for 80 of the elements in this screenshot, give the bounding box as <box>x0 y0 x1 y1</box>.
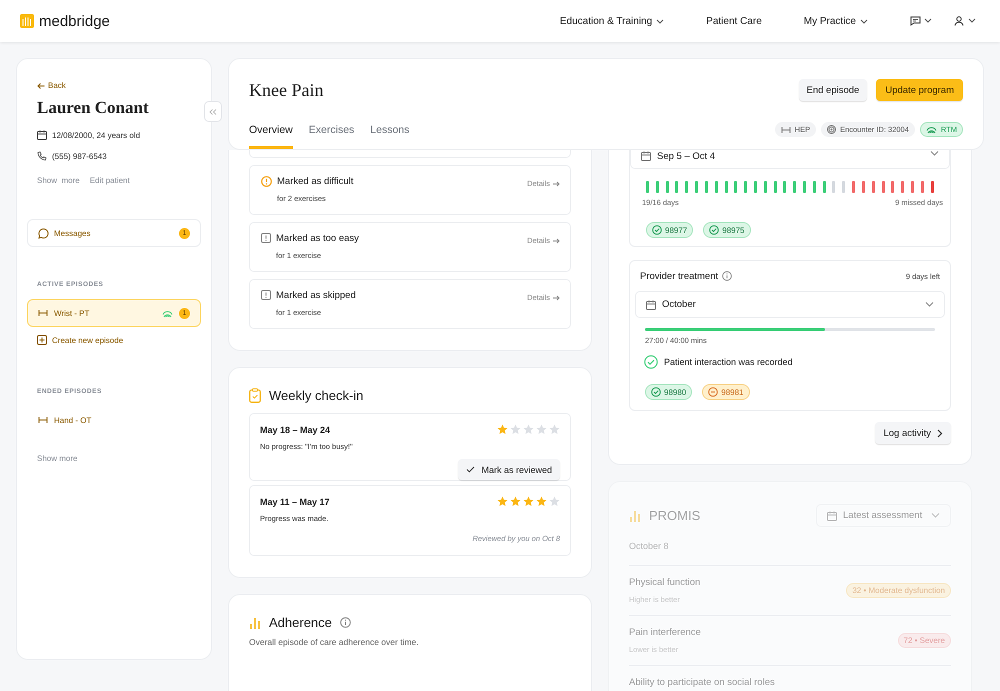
period-select[interactable]: Sep 5 – Oct 4 <box>630 150 950 169</box>
alert-icon <box>261 290 271 300</box>
alert-title: Marked as too easy <box>276 233 360 244</box>
patient-link[interactable]: Show more <box>37 176 80 185</box>
measure-name: Ability to participate on social roles <box>629 677 776 688</box>
create-episode-link[interactable]: Create new episode <box>37 335 124 345</box>
nav-link[interactable]: Education & Training <box>560 16 664 26</box>
bar-chart-icon <box>249 616 261 628</box>
episode-title: Knee Pain <box>249 80 324 100</box>
log-activity-button[interactable]: Log activity <box>875 422 951 444</box>
phone-icon <box>37 151 47 161</box>
dumbbell-icon <box>780 126 791 134</box>
alert-title: Marked as difficult <box>277 176 354 187</box>
card-title: PROMIS <box>649 508 700 523</box>
calendar-icon <box>646 300 656 310</box>
double-chevron-icon <box>209 108 217 114</box>
check-circle-icon <box>709 225 720 235</box>
alert-icon <box>261 233 271 243</box>
month-select[interactable]: October <box>635 291 945 318</box>
date-range: May 11 – May 17 <box>260 496 331 506</box>
card-title: Weekly check-in <box>269 388 364 403</box>
info-icon <box>340 617 351 628</box>
patient-link[interactable]: Edit patient <box>90 176 130 185</box>
date-range: May 18 – May 24 <box>260 424 332 434</box>
tab[interactable]: Lessons <box>370 124 410 149</box>
logo-icon <box>20 14 34 28</box>
check-icon <box>466 466 476 473</box>
measure-name: Pain interference <box>629 627 702 638</box>
calendar-icon <box>37 130 47 140</box>
brand-name: medbridge <box>39 12 110 30</box>
card-title: Adherence <box>269 615 332 630</box>
bar-chart-icon <box>629 510 641 522</box>
info-icon <box>722 271 732 281</box>
minus-circle-icon <box>708 387 718 397</box>
chevron-right-icon <box>937 428 943 438</box>
arrow-left-icon <box>37 82 45 88</box>
card-subtitle: Overall episode of care adherence over time. <box>249 637 420 647</box>
calendar-icon <box>827 510 837 520</box>
tab[interactable]: Exercises <box>308 124 354 149</box>
clipboard-icon <box>249 388 261 403</box>
mark-reviewed-button[interactable]: Mark as reviewed <box>458 459 560 480</box>
nav-link[interactable]: Patient Care <box>706 16 762 26</box>
alert-title: Marked as skipped <box>276 290 357 301</box>
calendar-icon <box>641 151 651 161</box>
billing-code: 98977 <box>646 222 694 238</box>
arrow-right-icon <box>553 294 560 300</box>
warning-icon <box>261 176 272 187</box>
phone-number: (555) 987-6543 <box>52 152 107 160</box>
chevron-down-icon <box>931 513 940 518</box>
check-circle-icon <box>651 387 661 397</box>
score-badge: 72 • Severe <box>898 633 951 648</box>
end-episode-button[interactable]: End episode <box>798 79 868 101</box>
show-more-link[interactable]: Show more <box>37 454 78 463</box>
birth-date: 12/08/2000, 24 years old <box>52 130 140 140</box>
update-program-button[interactable]: Update program <box>876 79 963 101</box>
billing-code: 98981 <box>702 384 750 400</box>
chat-icon <box>38 228 49 238</box>
score-badge: 32 • Moderate dysfunction <box>846 583 951 598</box>
treatment-title: Provider treatment <box>640 270 718 282</box>
user-menu-icon[interactable] <box>954 16 976 26</box>
chevron-down-icon <box>930 151 939 156</box>
back-link[interactable]: Back <box>37 81 66 90</box>
check-circle-icon <box>652 225 662 235</box>
billing-code: 98980 <box>645 384 692 400</box>
assessment-date: October 8 <box>629 541 951 566</box>
plus-square-icon <box>37 335 47 345</box>
recorded-note: Patient interaction was recorded <box>664 357 793 367</box>
billing-code: 98975 <box>703 222 750 238</box>
episode-item[interactable]: Hand - OT <box>27 406 201 434</box>
check-circle-icon <box>644 355 658 369</box>
chevron-down-icon <box>925 302 934 307</box>
measure-name: Physical function <box>629 577 702 588</box>
dumbbell-icon <box>38 309 48 317</box>
nav-link[interactable]: My Practice <box>804 16 868 26</box>
dumbbell-icon <box>38 416 48 424</box>
arrow-right-icon <box>553 238 560 244</box>
messages-menu-icon[interactable] <box>910 16 932 26</box>
arrow-right-icon <box>553 180 560 186</box>
signal-icon <box>926 125 937 134</box>
patient-name: Lauren Conant <box>37 98 150 118</box>
